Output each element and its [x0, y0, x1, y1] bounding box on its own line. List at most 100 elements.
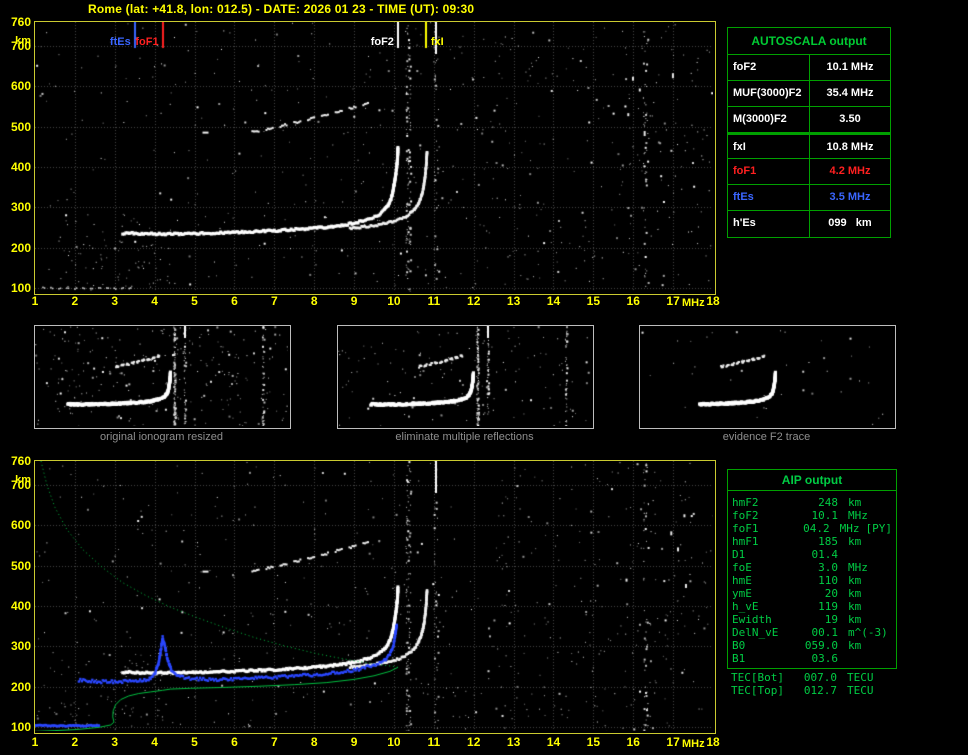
aip-row-deln-ve: DelN_vE 00.1 m^(-3): [728, 626, 896, 639]
aip-parameter-unit: TECU: [847, 684, 874, 697]
y-tick-label: 200: [10, 240, 31, 255]
aip-row-b1: B1 03.6: [728, 652, 896, 665]
autoscala-output-panel: AUTOSCALA output foF2 10.1 MHz MUF(3000)F2…: [727, 27, 891, 238]
aip-parameter-label: D1: [732, 548, 746, 561]
autoscala-rows: foF2 10.1 MHz MUF(3000)F2 35.4 MHz M(3000)F2…: [728, 55, 890, 237]
x-tick-label: 7: [270, 735, 278, 749]
autoscala-row-muf3000f2: MUF(3000)F2 35.4 MHz: [728, 81, 890, 107]
aip-parameter-unit: MHz: [839, 522, 860, 535]
marker-label-ftEs: ftEs: [109, 36, 131, 48]
aip-parameter-value: 00.1: [811, 626, 839, 639]
autoscala-row-hes: h'Es 099 km: [728, 211, 890, 237]
x-tick-label: 2: [71, 735, 79, 749]
x-tick-label: 15: [586, 294, 601, 308]
x-tick-label: 6: [231, 294, 238, 308]
x-axis-unit-label: MHz: [682, 297, 705, 309]
autoscala-parameter-value: 3.5 MHz: [829, 191, 871, 203]
autoscala-parameter-label: foF2: [728, 55, 810, 80]
x-tick-label: 13: [506, 735, 521, 749]
y-axis-unit-label: km: [15, 474, 31, 486]
aip-row-hme: hmE 110 km: [728, 574, 896, 587]
autoscala-parameter-value: 099 km: [828, 217, 872, 229]
aip-parameter-label: DelN_vE: [732, 626, 779, 639]
aip-parameter-unit: km: [848, 535, 862, 548]
aip-row-fof1: foF1 04.2 MHz [PY]: [728, 522, 896, 535]
x-tick-label: 15: [586, 735, 601, 749]
y-tick-label: 400: [10, 160, 31, 175]
autoscala-row-fxi: fxI 10.8 MHz: [728, 133, 890, 159]
x-tick-label: 9: [350, 735, 358, 749]
aip-parameter-flag: [PY]: [865, 522, 893, 535]
x-tick-label: 5: [191, 735, 198, 749]
aip-row-tec-bot-: TEC[Bot] 007.0 TECU: [727, 671, 897, 684]
autoscala-panel-title: AUTOSCALA output: [728, 28, 890, 55]
aip-parameter-unit: TECU: [847, 671, 874, 684]
aip-parameter-label: B1: [732, 652, 746, 665]
aip-parameter-value: 20: [824, 587, 838, 600]
aip-row-hmf1: hmF1 185 km: [728, 535, 896, 548]
autoscala-parameter-label: fxI: [728, 135, 810, 158]
x-tick-label: 7: [270, 294, 278, 308]
aip-parameter-label: B0: [732, 639, 746, 652]
aip-parameter-label: foF2: [732, 509, 759, 522]
aip-parameter-label: TEC[Bot]: [731, 671, 784, 684]
autoscala-row-m3000f2: M(3000)F2 3.50: [728, 107, 890, 133]
aip-parameter-value: 119: [818, 600, 838, 613]
thumbnail-caption-evidence-f2: evidence F2 trace: [722, 431, 811, 443]
y-tick-label: 300: [10, 200, 31, 215]
aip-parameter-unit: km: [848, 496, 862, 509]
station-date-time-header: Rome (lat: +41.8, lon: 012.5) - DATE: 20…: [88, 2, 475, 16]
aip-parameter-unit: km: [848, 600, 862, 613]
x-tick-label: 1: [31, 294, 39, 308]
y-tick-label: 300: [10, 639, 31, 654]
y-axis-unit-label: km: [15, 35, 31, 47]
autoscala-screen: Rome (lat: +41.8, lon: 012.5) - DATE: 20…: [0, 0, 968, 755]
autoscala-row-ftes: ftEs 3.5 MHz: [728, 185, 890, 211]
x-tick-label: 10: [387, 294, 401, 308]
aip-parameter-value: 248: [818, 496, 838, 509]
bottom-ionogram-frame: [34, 460, 716, 734]
aip-row-b0: B0 059.0 km: [728, 639, 896, 652]
aip-parameter-label: ymE: [732, 587, 752, 600]
thumbnail-canvas-eliminate-multiples: [338, 326, 591, 426]
x-tick-label: 8: [310, 735, 318, 749]
x-tick-label: 14: [546, 294, 561, 308]
autoscala-parameter-label: M(3000)F2: [728, 107, 810, 132]
aip-parameter-label: h_vE: [732, 600, 759, 613]
autoscala-parameter-value: 35.4 MHz: [826, 87, 874, 99]
aip-row-h-ve: h_vE 119 km: [728, 600, 896, 613]
x-tick-label: 11: [427, 735, 441, 749]
ionogram-profile-canvas: [35, 461, 713, 731]
aip-parameter-value: 110: [818, 574, 838, 587]
aip-parameter-value: 04.2: [803, 522, 830, 535]
autoscala-parameter-label: h'Es: [728, 211, 810, 237]
x-tick-label: 5: [191, 294, 198, 308]
thumbnail-canvas-evidence-f2: [640, 326, 893, 426]
autoscala-parameter-label: foF1: [728, 159, 810, 184]
marker-label-foF2: foF2: [370, 36, 394, 48]
aip-parameter-label: hmF2: [732, 496, 759, 509]
top-ionogram-frame: [34, 21, 716, 295]
y-tick-label: 760: [10, 15, 31, 29]
x-tick-label: 16: [626, 735, 640, 749]
autoscala-row-fof2: foF2 10.1 MHz: [728, 55, 890, 81]
x-tick-label: 4: [151, 294, 158, 308]
x-tick-label: 3: [111, 735, 119, 749]
thumbnail-caption-original: original ionogram resized: [100, 431, 223, 443]
aip-parameter-unit: km: [848, 574, 862, 587]
x-tick-label: 16: [626, 294, 640, 308]
y-tick-label: 100: [10, 719, 31, 734]
thumbnail-caption-eliminate-multiples: eliminate multiple reflections: [395, 431, 534, 443]
x-tick-label: 12: [467, 294, 481, 308]
aip-row-foe: foE 3.0 MHz: [728, 561, 896, 574]
ionogram-autoscala-canvas: [35, 22, 713, 292]
x-tick-label: 11: [427, 294, 441, 308]
x-tick-label: 3: [111, 294, 119, 308]
autoscala-parameter-value: 10.1 MHz: [826, 61, 874, 73]
y-tick-label: 500: [10, 558, 31, 573]
aip-parameter-value: 19: [824, 613, 838, 626]
aip-row-tec-top-: TEC[Top] 012.7 TECU: [727, 684, 897, 697]
y-tick-label: 100: [10, 280, 31, 295]
x-tick-label: 14: [546, 735, 561, 749]
thumbnail-eliminate-multiples: [337, 325, 594, 429]
